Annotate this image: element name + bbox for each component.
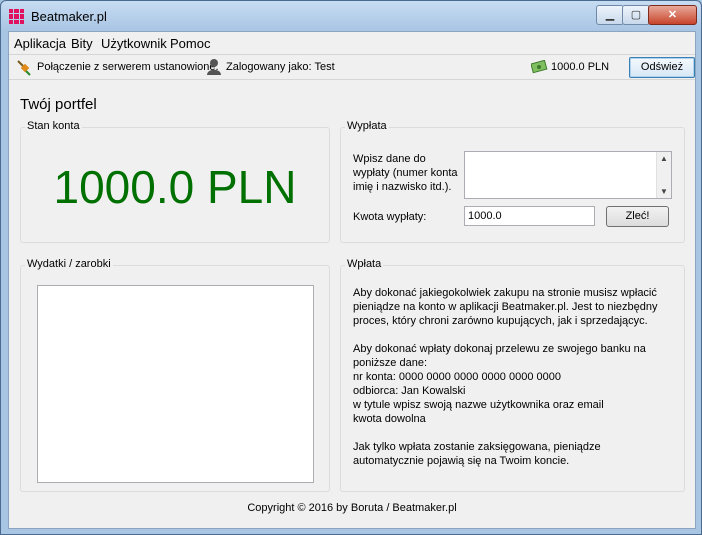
user-icon: [207, 59, 221, 75]
deposit-group-title: Wpłata: [345, 258, 384, 270]
menu-uzytkownik[interactable]: Użytkownik: [101, 36, 167, 51]
deposit-paragraph-3: Jak tylko wpłata zostanie zaksięgowana, …: [353, 441, 601, 467]
refresh-button[interactable]: Odśwież: [629, 57, 695, 78]
client-area: Aplikacja Bity Użytkownik Pomoc Połączen…: [8, 31, 696, 529]
connection-plug-icon: [17, 60, 31, 76]
app-grid-icon: [9, 9, 24, 24]
deposit-paragraph-1: Aby dokonać jakiegokolwiek zakupu na str…: [353, 287, 658, 327]
maximize-button[interactable]: ▢: [622, 5, 650, 25]
menu-pomoc[interactable]: Pomoc: [170, 36, 210, 51]
history-list[interactable]: [37, 285, 314, 483]
withdraw-amount-input[interactable]: 1000.0: [464, 206, 595, 226]
balance-status: 1000.0 PLN: [551, 61, 610, 73]
deposit-title-line: w tytule wpisz swoją nazwe użytkownika o…: [353, 399, 604, 411]
textarea-scrollbar[interactable]: ▲ ▼: [656, 152, 671, 198]
window-title: Beatmaker.pl: [31, 9, 107, 24]
withdraw-amount-label: Kwota wypłaty:: [353, 211, 427, 223]
account-group: Stan konta 1000.0 PLN: [20, 120, 330, 243]
account-balance: 1000.0 PLN: [53, 161, 297, 213]
deposit-recipient: odbiorca: Jan Kowalski: [353, 385, 466, 397]
account-group-title: Stan konta: [25, 120, 82, 132]
app-window: Beatmaker.pl ▁ ▢ ✕ Aplikacja Bity Użytko…: [0, 0, 702, 535]
menu-bity[interactable]: Bity: [71, 36, 93, 51]
deposit-amount-line: kwota dowolna: [353, 413, 426, 425]
withdraw-details-textarea[interactable]: ▲ ▼: [464, 151, 672, 199]
deposit-info: Aby dokonać jakiegokolwiek zakupu na str…: [353, 286, 673, 482]
money-icon: [531, 60, 548, 74]
withdraw-details-label: Wpisz dane do wypłaty (numer konta imię …: [353, 153, 458, 193]
withdraw-group: Wypłata Wpisz dane do wypłaty (numer kon…: [340, 120, 685, 243]
page-title: Twój portfel: [20, 96, 97, 113]
close-button[interactable]: ✕: [648, 5, 697, 25]
deposit-intro: Aby dokonać wpłaty dokonaj przelewu ze s…: [353, 343, 646, 369]
withdraw-group-title: Wypłata: [345, 120, 389, 132]
deposit-account-number: nr konta: 0000 0000 0000 0000 0000 0000: [353, 371, 561, 383]
withdraw-submit-button[interactable]: Zleć!: [606, 206, 669, 227]
history-group-title: Wydatki / zarobki: [25, 258, 113, 270]
scroll-down-icon[interactable]: ▼: [660, 187, 668, 196]
connection-status: Połączenie z serwerem ustanowione.: [37, 61, 219, 73]
deposit-group: Wpłata Aby dokonać jakiegokolwiek zakupu…: [340, 258, 685, 492]
menu-bar: Aplikacja Bity Użytkownik Pomoc: [9, 32, 695, 54]
scroll-up-icon[interactable]: ▲: [660, 154, 668, 163]
status-bar: Połączenie z serwerem ustanowione. Zalog…: [9, 54, 695, 80]
minimize-button[interactable]: ▁: [596, 5, 624, 25]
menu-aplikacja[interactable]: Aplikacja: [14, 36, 66, 51]
history-group: Wydatki / zarobki: [20, 258, 330, 492]
title-bar[interactable]: Beatmaker.pl ▁ ▢ ✕: [1, 1, 701, 31]
footer-copyright: Copyright © 2016 by Boruta / Beatmaker.p…: [247, 502, 457, 514]
logged-in-status: Zalogowany jako: Test: [226, 61, 335, 73]
